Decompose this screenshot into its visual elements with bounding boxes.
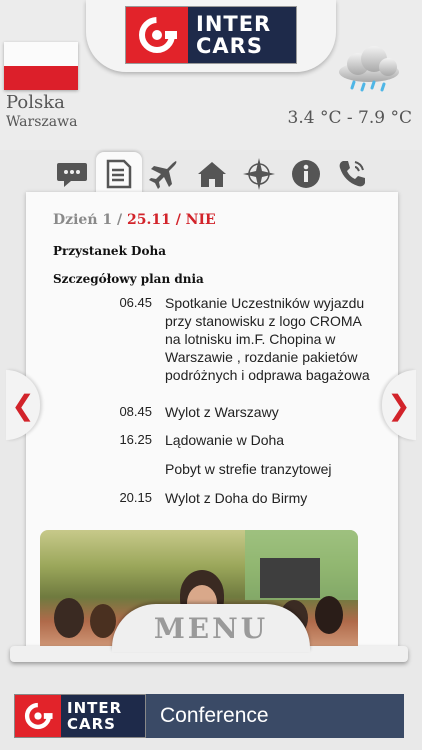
item-text: Lądowanie w Doha [165,432,285,448]
airplane-icon [149,161,177,189]
footer-logo-line1: INTER [67,699,123,717]
tab-bar [52,152,382,196]
info-icon [292,160,320,188]
footer-logo-line2: CARS [67,715,116,733]
item-time: 08.45 [119,404,152,419]
tab-schedule[interactable] [96,152,142,196]
country-name: Polska [6,92,65,113]
speech-bubble-icon [57,163,87,187]
day-header: Dzień 1 / 25.11 / NIE [53,212,216,228]
stop-title: Przystanek Doha [53,244,166,258]
tab-info[interactable] [288,156,324,192]
compass-star-icon [243,158,275,190]
item-time: 20.15 [119,490,152,505]
menu-label: MENU [153,611,269,645]
tab-chat[interactable] [54,156,90,192]
footer-logo-emblem-icon [15,695,61,737]
logo-text: INTER CARS [188,7,296,63]
tab-flight[interactable] [146,156,182,192]
date-label: 25.11 / NIE [126,212,216,228]
chevron-right-icon: ❯ [387,388,411,422]
plan-title: Szczegółowy plan dnia [53,272,204,286]
tab-navigation[interactable] [241,156,277,192]
document-list-icon [106,159,132,189]
tab-hotel[interactable] [194,156,230,192]
item-text: Wylot z Warszawy [165,404,279,420]
phone-icon [339,161,365,187]
logo-line2: CARS [196,34,263,58]
logo-line1: INTER [196,12,272,36]
schedule-card: Dzień 1 / 25.11 / NIE Przystanek Doha Sz… [26,192,398,652]
temperature-range: 3.4 °C - 7.9 °C [287,108,412,128]
item-time: 06.45 [119,295,152,310]
intercars-logo[interactable]: INTER CARS [125,6,297,64]
cloud-rain-icon [336,44,402,96]
footer-intercars-logo[interactable]: INTER CARS [14,694,146,738]
logo-emblem-icon [126,7,188,63]
item-text: Pobyt w strefie tranzytowej [165,461,332,477]
footer-conference-band: Conference [146,694,404,738]
footer-logo-text: INTER CARS [61,695,145,737]
footer-label: Conference [160,704,269,727]
city-name: Warszawa [6,114,78,130]
tab-phone[interactable] [334,156,370,192]
poland-flag [4,42,78,90]
menu-button[interactable]: MENU [112,604,310,652]
header: INTER CARS Polska Warszawa 3.4 °C - 7.9 … [0,0,422,150]
item-text: Wylot z Doha do Birmy [165,490,308,506]
item-text: Spotkanie Uczestników wyjazdu przy stano… [165,295,370,383]
day-label: Dzień 1 / [53,212,123,228]
house-icon [198,162,226,187]
chevron-left-icon: ❮ [11,388,35,422]
item-time: 16.25 [119,432,152,447]
